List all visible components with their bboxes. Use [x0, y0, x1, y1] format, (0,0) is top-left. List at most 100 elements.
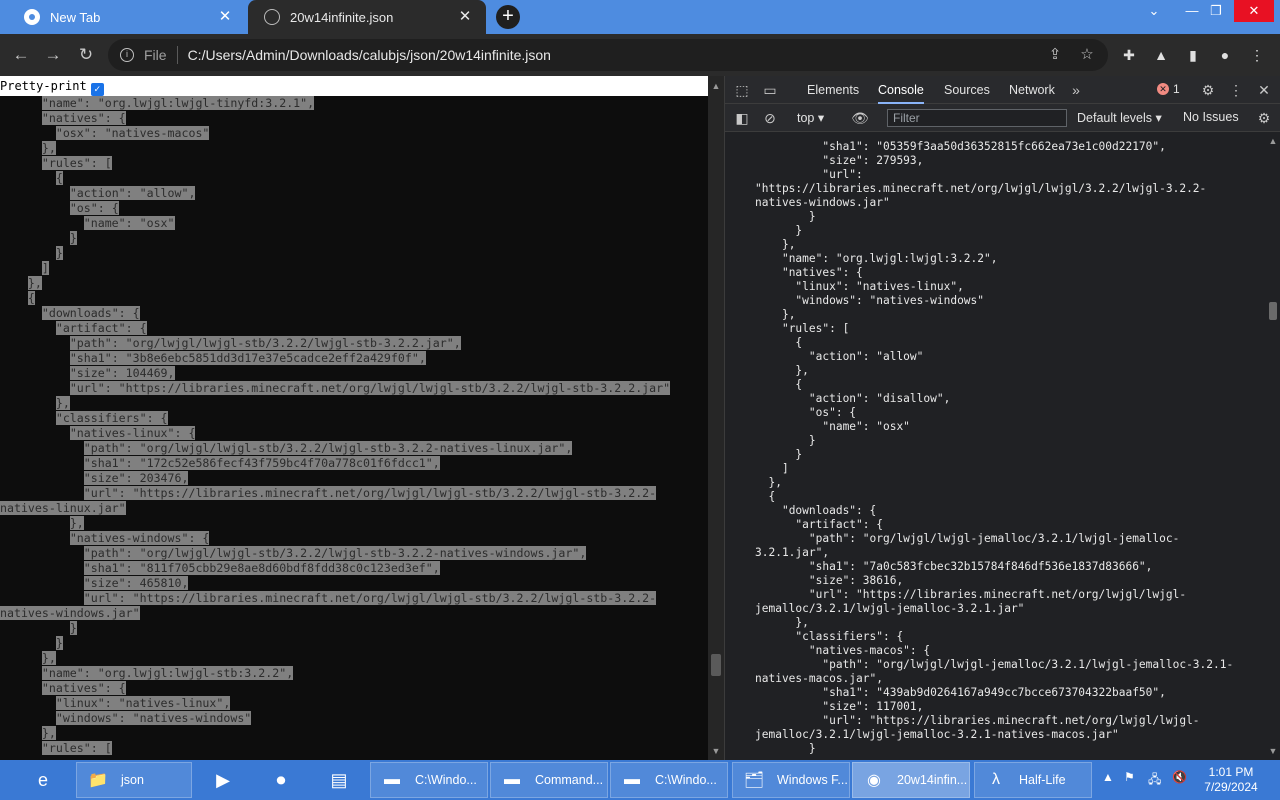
tab-new-tab[interactable]: New Tab ✕: [8, 0, 246, 34]
devtools-menu-icon[interactable]: ⋮: [1227, 81, 1245, 99]
json-line-indent: [0, 741, 42, 755]
taskbar-item-cmd-2[interactable]: ▬ C:\Windo...: [610, 762, 728, 798]
console-line-indent: [755, 224, 795, 237]
console-line-indent: [755, 392, 809, 405]
app-window-icon[interactable]: ▤: [310, 762, 368, 798]
taskbar-item-chrome[interactable]: ◉ 20w14infin...: [852, 762, 970, 798]
scroll-up-arrow-icon[interactable]: ▲: [1265, 134, 1280, 148]
console-line-text: "https://libraries.minecraft.net/org/lwj…: [755, 182, 1207, 195]
json-line: ]: [0, 261, 49, 276]
issues-button[interactable]: No Issues: [1183, 110, 1239, 124]
taskbar-item-label: json: [121, 773, 144, 787]
scrollbar-thumb[interactable]: [711, 654, 721, 676]
extensions-icon[interactable]: ✚: [1120, 46, 1138, 64]
error-count-badge[interactable]: ✕ 1: [1157, 82, 1180, 96]
scroll-up-arrow-icon[interactable]: ▲: [708, 79, 724, 93]
taskbar-item-windows-explorer[interactable]: 🗂 Windows F...: [732, 762, 850, 798]
address-url[interactable]: C:/Users/Admin/Downloads/calubjs/json/20…: [188, 47, 551, 63]
tab-search-icon[interactable]: ⌄: [1138, 0, 1170, 22]
console-line: natives-windows.jar": [755, 196, 890, 210]
network-icon[interactable]: 🖧: [1148, 770, 1161, 791]
console-line-text: },: [795, 364, 809, 377]
json-line-text: }: [55, 246, 63, 260]
close-window-button[interactable]: ✕: [1234, 0, 1274, 22]
console-scrollbar[interactable]: ▲ ▼: [1265, 132, 1280, 760]
clock-time: 1:01 PM: [1208, 765, 1254, 779]
json-line-text: "size": 465810,: [83, 576, 189, 590]
clear-console-icon[interactable]: ⊘: [761, 109, 779, 127]
profile-icon[interactable]: ●: [1216, 46, 1234, 64]
json-line: },: [0, 396, 70, 411]
console-line-indent: [755, 504, 782, 517]
console-line: }: [755, 434, 816, 448]
json-content[interactable]: "name": "org.lwjgl:lwjgl-tinyfd:3.2.1", …: [0, 96, 708, 760]
console-line-text: "classifiers": {: [795, 630, 904, 643]
taskbar-item-json[interactable]: 📁 json: [76, 762, 192, 798]
media-player-icon[interactable]: ▶: [194, 762, 252, 798]
forward-icon[interactable]: →: [42, 44, 64, 66]
tab-console[interactable]: Console: [878, 76, 924, 104]
json-line-indent: [0, 96, 42, 110]
json-line: "rules": [: [0, 156, 112, 171]
live-expression-eye-icon[interactable]: 👁: [851, 109, 869, 127]
settings-gear-icon[interactable]: ⚙: [1199, 81, 1217, 99]
console-line-text: },: [781, 238, 796, 251]
record-icon[interactable]: ⏺: [252, 762, 310, 798]
share-icon[interactable]: ⇪: [1046, 46, 1064, 64]
site-info-icon[interactable]: i: [120, 48, 134, 62]
tab-20w14infinite[interactable]: 20w14infinite.json ✕: [248, 0, 486, 34]
close-tab-icon[interactable]: ✕: [456, 8, 474, 26]
tab-network[interactable]: Network: [1009, 76, 1055, 104]
action-center-flag-icon[interactable]: ⚑: [1124, 770, 1135, 784]
new-tab-button[interactable]: +: [496, 5, 520, 29]
json-line-text: "path": "org/lwjgl/lwjgl-stb/3.2.2/lwjgl…: [83, 546, 587, 560]
back-icon[interactable]: ←: [10, 44, 32, 66]
console-line-indent: [755, 560, 809, 573]
json-line-text: "sha1": "172c52e586fecf43f759bc4f70a778c…: [83, 456, 440, 470]
pretty-print-checkbox[interactable]: ✓: [90, 83, 104, 96]
viewer-scrollbar[interactable]: ▲ ▼: [708, 76, 724, 760]
console-line: "natives-macos": {: [755, 644, 930, 658]
json-line-indent: [0, 141, 42, 155]
scroll-down-arrow-icon[interactable]: ▼: [708, 744, 724, 758]
system-clock[interactable]: 1:01 PM 7/29/2024: [1196, 765, 1266, 795]
menu-kebab-icon[interactable]: ⋮: [1248, 46, 1266, 64]
maximize-button[interactable]: ❐: [1200, 0, 1232, 22]
device-toolbar-icon[interactable]: ▭: [761, 81, 779, 99]
taskbar-item-half-life[interactable]: λ Half-Life: [974, 762, 1092, 798]
labs-flask-icon[interactable]: ▲: [1152, 46, 1170, 64]
taskbar-item-cmd-1[interactable]: ▬ C:\Windo...: [370, 762, 488, 798]
console-line-text: "path": "org/lwjgl/lwjgl-jemalloc/3.2.1/…: [822, 658, 1234, 671]
taskbar-item-command-prompt[interactable]: ▬ Command...: [490, 762, 608, 798]
tab-sources[interactable]: Sources: [944, 76, 990, 104]
context-selector[interactable]: top ▾: [797, 110, 824, 125]
json-line: "downloads": {: [0, 306, 140, 321]
sidebar-toggle-icon[interactable]: ◧: [733, 109, 751, 127]
json-line-indent: [0, 516, 70, 530]
console-output[interactable]: "sha1": "05359f3aa50d36352815fc662ea73e1…: [725, 132, 1265, 760]
scroll-down-arrow-icon[interactable]: ▼: [1265, 744, 1280, 758]
reload-icon[interactable]: ↻: [75, 44, 97, 66]
close-devtools-icon[interactable]: ✕: [1255, 81, 1273, 99]
scrollbar-thumb[interactable]: [1269, 302, 1277, 320]
log-levels-dropdown[interactable]: Default levels ▾: [1077, 110, 1162, 125]
internet-explorer-icon[interactable]: e: [14, 762, 72, 798]
console-line-indent: [755, 742, 809, 755]
console-line-text: },: [795, 616, 809, 629]
bookmark-star-icon[interactable]: ☆: [1078, 46, 1096, 64]
address-bar[interactable]: i File C:/Users/Admin/Downloads/calubjs/…: [108, 39, 1108, 71]
more-tabs-icon[interactable]: »: [1067, 81, 1085, 99]
console-line: },: [755, 238, 795, 252]
console-filter-input[interactable]: Filter: [887, 109, 1067, 127]
close-tab-icon[interactable]: ✕: [216, 8, 234, 26]
json-line-indent: [0, 156, 42, 170]
volume-muted-icon[interactable]: 🔇: [1172, 770, 1187, 784]
side-panel-icon[interactable]: ▮: [1184, 46, 1202, 64]
json-line: natives-linux.jar": [0, 501, 126, 516]
console-settings-icon[interactable]: ⚙: [1255, 109, 1273, 127]
json-line-text: "sha1": "3b8e6ebc5851dd3d17e37e5cadce2ef…: [69, 351, 426, 365]
tab-elements[interactable]: Elements: [807, 76, 859, 104]
show-hidden-icons-icon[interactable]: ▲: [1102, 770, 1114, 784]
inspect-element-icon[interactable]: ⬚: [733, 81, 751, 99]
console-line-text: "action": "disallow",: [808, 392, 951, 405]
